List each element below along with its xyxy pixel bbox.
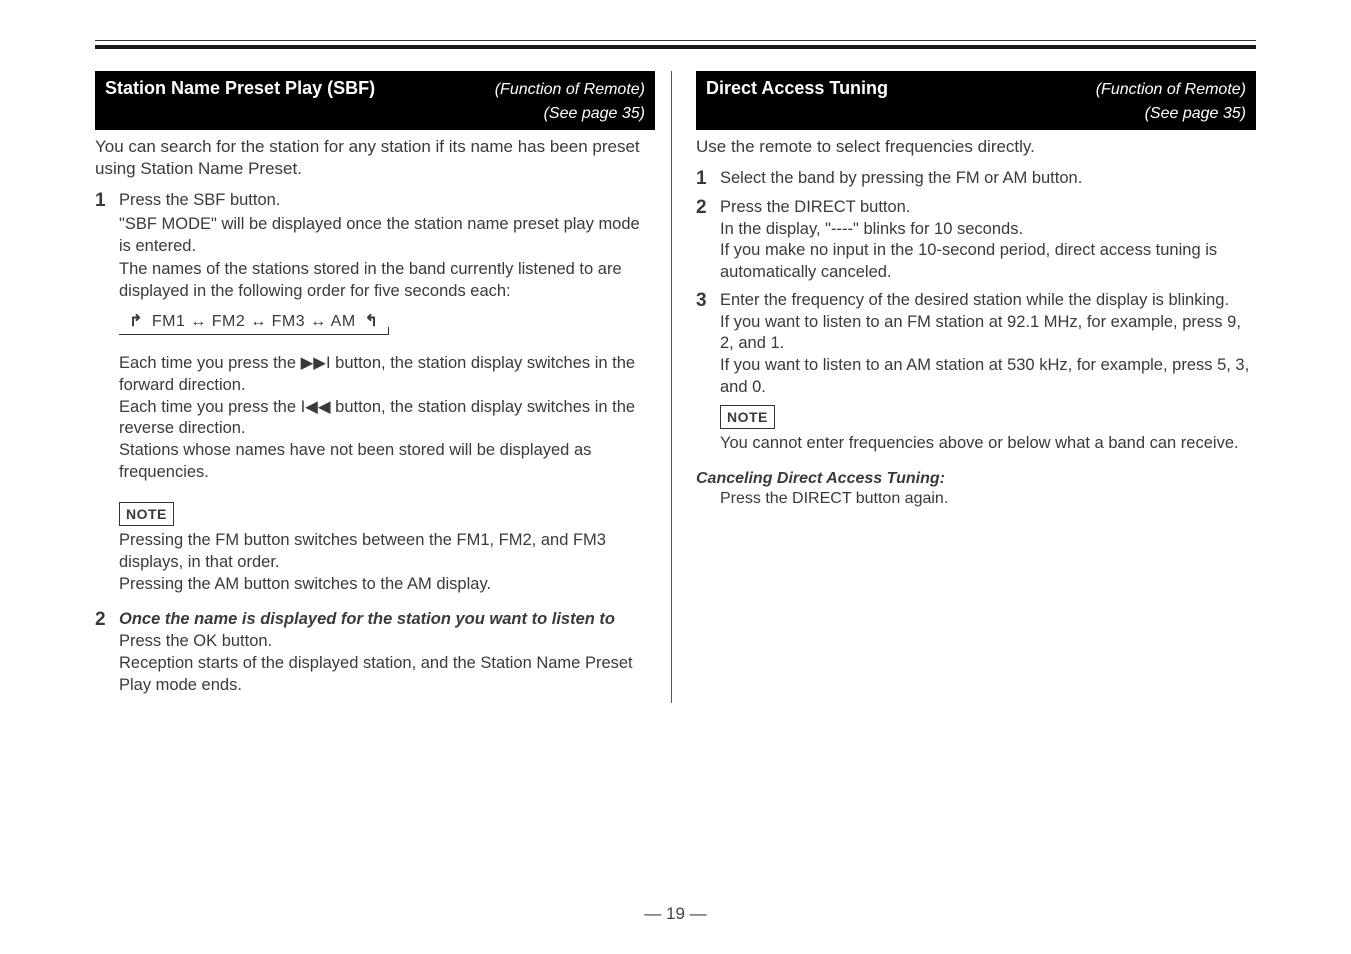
left-step-2: 2 Once the name is displayed for the sta… bbox=[95, 609, 655, 696]
right-step-3: 3 Enter the frequency of the desired sta… bbox=[696, 290, 1256, 463]
right-step3-line1: Enter the frequency of the desired stati… bbox=[720, 290, 1256, 312]
left-step-1-body: Press the SBF button. "SBF MODE" will be… bbox=[119, 190, 655, 603]
left-step2-line3: Reception starts of the displayed statio… bbox=[119, 653, 655, 697]
right-step-2: 2 Press the DIRECT button. In the displa… bbox=[696, 197, 1256, 284]
right-step-number-3: 3 bbox=[696, 290, 720, 463]
left-step1-para2: Each time you press the ▶▶I button, the … bbox=[119, 353, 655, 484]
loop-end-icon: ↰ bbox=[365, 311, 379, 332]
right-step-number-2: 2 bbox=[696, 197, 720, 284]
function-of-remote-label: (Function of Remote) bbox=[385, 80, 645, 100]
right-section-title: Direct Access Tuning bbox=[706, 77, 888, 100]
left-see-page: (See page 35) bbox=[95, 104, 655, 130]
top-rules bbox=[95, 40, 1256, 49]
right-step-1: 1 Select the band by pressing the FM or … bbox=[696, 168, 1256, 191]
left-column: Station Name Preset Play (SBF) (Function… bbox=[95, 71, 672, 703]
band-sequence: ↱ FM1 ↔ FM2 ↔ FM3 ↔ AM ↰ bbox=[119, 309, 389, 335]
cancel-heading: Canceling Direct Access Tuning: bbox=[696, 469, 1256, 489]
cancel-body: Press the DIRECT button again. bbox=[720, 489, 1256, 509]
left-note-chip: NOTE bbox=[119, 502, 174, 526]
right-note-chip: NOTE bbox=[720, 405, 775, 429]
left-step2-title: Once the name is displayed for the stati… bbox=[119, 609, 655, 631]
right-step2-line1: Press the DIRECT button. bbox=[720, 197, 1256, 219]
p3a: Each time you press the bbox=[119, 398, 301, 416]
left-step2-line2: Press the OK button. bbox=[119, 631, 655, 653]
left-step1-line3: The names of the stations stored in the … bbox=[119, 259, 655, 303]
right-section-bar: Direct Access Tuning (Function of Remote… bbox=[696, 71, 1256, 105]
left-section-bar: Station Name Preset Play (SBF) (Function… bbox=[95, 71, 655, 105]
left-section-title: Station Name Preset Play (SBF) bbox=[105, 77, 375, 100]
left-note-body: Pressing the FM button switches between … bbox=[119, 530, 655, 595]
p4: Stations whose names have not been store… bbox=[119, 441, 591, 481]
loop-start-icon: ↱ bbox=[129, 311, 143, 332]
band-sequence-container: ↱ FM1 ↔ FM2 ↔ FM3 ↔ AM ↰ bbox=[119, 303, 655, 341]
left-lead: You can search for the station for any s… bbox=[95, 136, 655, 180]
right-column: Direct Access Tuning (Function of Remote… bbox=[692, 71, 1256, 703]
left-step1-line2: "SBF MODE" will be displayed once the st… bbox=[119, 214, 655, 258]
right-step3-line3: If you want to listen to an AM station a… bbox=[720, 355, 1256, 399]
right-see-page: (See page 35) bbox=[696, 104, 1256, 130]
band-sequence-text: FM1 ↔ FM2 ↔ FM3 ↔ AM bbox=[152, 313, 356, 330]
rule-thick bbox=[95, 45, 1256, 49]
step-number-1: 1 bbox=[95, 190, 119, 603]
rule-thin bbox=[95, 40, 1256, 41]
left-step-1: 1 Press the SBF button. "SBF MODE" will … bbox=[95, 190, 655, 603]
right-step-number-1: 1 bbox=[696, 168, 720, 191]
right-step2-line2: In the display, "----" blinks for 10 sec… bbox=[720, 219, 1256, 241]
p2a: Each time you press the bbox=[119, 354, 301, 372]
right-step2-line3: If you make no input in the 10-second pe… bbox=[720, 240, 1256, 284]
right-lead: Use the remote to select frequencies dir… bbox=[696, 136, 1256, 158]
page-number: — 19 — bbox=[0, 903, 1351, 924]
right-step3-line2: If you want to listen to an FM station a… bbox=[720, 312, 1256, 356]
right-note-body: You cannot enter frequencies above or be… bbox=[720, 433, 1256, 455]
function-of-remote-label-right: (Function of Remote) bbox=[898, 80, 1246, 100]
prev-track-icon: I◀◀ bbox=[301, 398, 331, 416]
step-number-2: 2 bbox=[95, 609, 119, 696]
left-step1-line1: Press the SBF button. bbox=[119, 190, 655, 212]
next-track-icon: ▶▶I bbox=[301, 354, 331, 372]
right-step3-body: Enter the frequency of the desired stati… bbox=[720, 290, 1256, 463]
right-step2-body: Press the DIRECT button. In the display,… bbox=[720, 197, 1256, 284]
left-step-2-body: Once the name is displayed for the stati… bbox=[119, 609, 655, 696]
right-step1-body: Select the band by pressing the FM or AM… bbox=[720, 168, 1256, 191]
